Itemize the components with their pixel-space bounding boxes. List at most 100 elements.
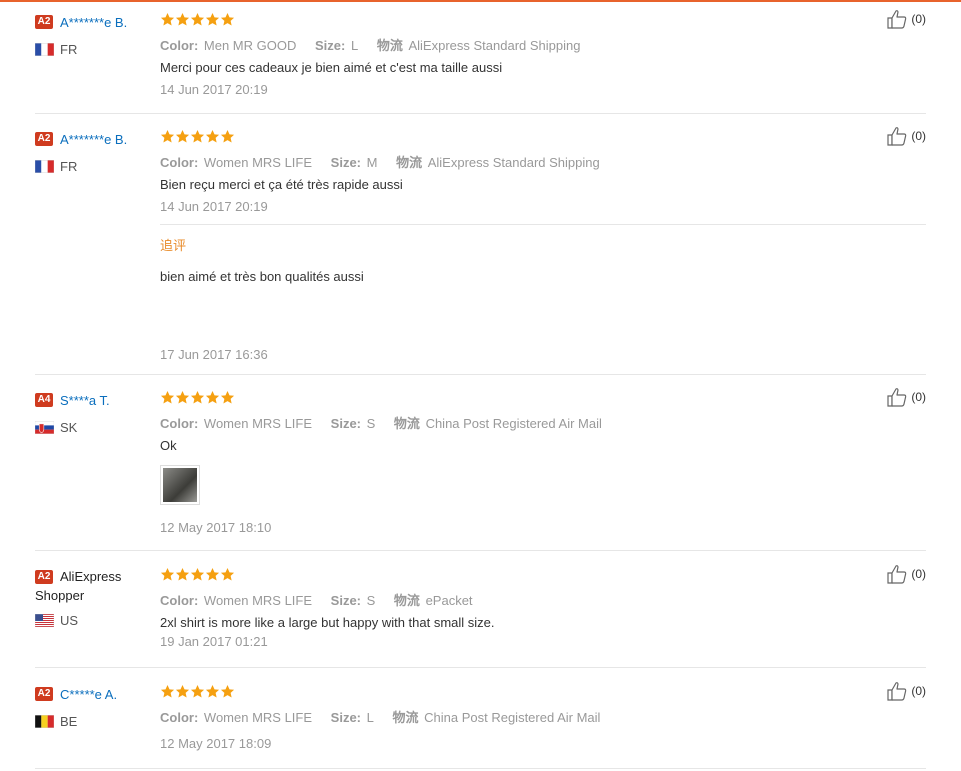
star-icon: [175, 129, 190, 143]
followup-text: bien aimé et très bon qualités aussi: [160, 269, 364, 284]
belgium-flag-icon: [35, 714, 54, 728]
star-icon: [220, 390, 235, 404]
review-photo-thumbnail[interactable]: [160, 465, 200, 505]
star-icon: [205, 129, 220, 143]
buyer-level-badge: A2: [35, 687, 53, 701]
order-info: Color: Women MRS LIFE Size: M 物流 AliExpr…: [160, 155, 600, 170]
star-icon: [190, 12, 205, 26]
followup-label: 追评: [160, 238, 187, 253]
reviewer-info: A2 A*******e B. FR: [35, 12, 155, 58]
france-flag-icon: [35, 42, 54, 56]
star-icon: [160, 684, 175, 698]
star-icon: [205, 12, 220, 26]
order-info: Color: Women MRS LIFE Size: S 物流 China P…: [160, 416, 602, 431]
helpful-button[interactable]: (0): [886, 679, 926, 703]
buyer-level-badge: A4: [35, 393, 53, 407]
thumbs-up-icon: [887, 682, 907, 701]
review-date: 19 Jan 2017 01:21: [160, 634, 268, 649]
star-icon: [220, 567, 235, 581]
star-icon: [205, 684, 220, 698]
review-content: Color: Women MRS LIFE Size: S 物流 China P…: [160, 390, 860, 537]
star-icon: [205, 567, 220, 581]
review-date: 14 Jun 2017 20:19: [160, 199, 268, 214]
star-icon: [175, 684, 190, 698]
country-code: SK: [60, 419, 78, 435]
thumbs-up-icon: [887, 127, 907, 146]
star-icon: [205, 390, 220, 404]
review-content: Color: Women MRS LIFE Size: M 物流 AliExpr…: [160, 129, 860, 362]
star-icon: [175, 567, 190, 581]
review-item: A2 A*******e B. FR Color: Women MRS LIFE…: [35, 127, 926, 369]
star-icon: [175, 390, 190, 404]
star-icon: [160, 12, 175, 26]
country-code: FR: [60, 158, 78, 174]
review-content: Color: Women MRS LIFE Size: L 物流 China P…: [160, 684, 860, 753]
reviewer-name[interactable]: A*******e B.: [60, 15, 127, 30]
review-date: 14 Jun 2017 20:19: [160, 82, 268, 97]
reviewer-info: A4 S****a T. SK: [35, 390, 155, 436]
star-icon: [190, 567, 205, 581]
reviewer-info: A2 C*****e A. BE: [35, 684, 155, 730]
helpful-button[interactable]: (0): [886, 385, 926, 409]
buyer-level-badge: A2: [35, 15, 53, 29]
helpful-button[interactable]: (0): [886, 124, 926, 148]
followup-date: 17 Jun 2017 16:36: [160, 347, 268, 362]
divider: [35, 768, 926, 769]
review-item: A4 S****a T. SK Color: Women MRS LIFE Si…: [35, 388, 926, 540]
reviewer-name[interactable]: S****a T.: [60, 393, 110, 408]
reviewer-info: A2 A*******e B. FR: [35, 129, 155, 175]
review-date: 12 May 2017 18:09: [160, 736, 272, 751]
star-icon: [160, 129, 175, 143]
review-text: Merci pour ces cadeaux je bien aimé et c…: [160, 60, 503, 75]
followup-divider: [160, 224, 926, 225]
star-rating: [160, 567, 860, 584]
thumbs-up-icon: [887, 565, 907, 584]
buyer-level-badge: A2: [35, 570, 53, 584]
review-item: A2 C*****e A. BE Color: Women MRS LIFE S…: [35, 682, 926, 764]
star-icon: [160, 390, 175, 404]
order-info: Color: Women MRS LIFE Size: L 物流 China P…: [160, 710, 601, 725]
reviewer-name[interactable]: A*******e B.: [60, 132, 127, 147]
top-accent-line: [0, 0, 961, 2]
star-rating: [160, 12, 860, 29]
divider: [35, 550, 926, 551]
country-code: FR: [60, 41, 78, 57]
review-item: A2 A*******e B. FR Color: Men MR GOOD Si…: [35, 10, 926, 107]
country-code: US: [60, 612, 79, 628]
review-photo: [163, 468, 197, 502]
review-content: Color: Women MRS LIFE Size: S 物流 ePacket…: [160, 567, 860, 651]
usa-flag-icon: [35, 613, 54, 627]
divider: [35, 113, 926, 114]
star-icon: [220, 684, 235, 698]
review-date: 12 May 2017 18:10: [160, 520, 272, 535]
order-info: Color: Men MR GOOD Size: L 物流 AliExpress…: [160, 38, 581, 53]
star-icon: [160, 567, 175, 581]
order-info: Color: Women MRS LIFE Size: S 物流 ePacket: [160, 593, 473, 608]
star-icon: [190, 129, 205, 143]
star-icon: [175, 12, 190, 26]
helpful-button[interactable]: (0): [886, 562, 926, 586]
star-icon: [220, 12, 235, 26]
review-item: A2 AliExpress Shopper US Color: Women MR…: [35, 565, 926, 662]
reviewer-info: A2 AliExpress Shopper US: [35, 567, 155, 629]
buyer-level-badge: A2: [35, 132, 53, 146]
star-icon: [190, 684, 205, 698]
review-text: 2xl shirt is more like a large but happy…: [160, 615, 495, 630]
star-icon: [220, 129, 235, 143]
star-rating: [160, 390, 860, 407]
review-text: Ok: [160, 438, 177, 453]
review-content: Color: Men MR GOOD Size: L 物流 AliExpress…: [160, 12, 860, 99]
thumbs-up-icon: [887, 10, 907, 29]
divider: [35, 374, 926, 375]
star-icon: [190, 390, 205, 404]
helpful-button[interactable]: (0): [886, 7, 926, 31]
reviewer-name[interactable]: C*****e A.: [60, 687, 117, 702]
star-rating: [160, 129, 860, 146]
review-text: Bien reçu merci et ça été très rapide au…: [160, 177, 403, 192]
divider: [35, 667, 926, 668]
france-flag-icon: [35, 159, 54, 173]
country-code: BE: [60, 713, 78, 729]
thumbs-up-icon: [887, 388, 907, 407]
slovakia-flag-icon: [35, 420, 54, 434]
star-rating: [160, 684, 860, 701]
